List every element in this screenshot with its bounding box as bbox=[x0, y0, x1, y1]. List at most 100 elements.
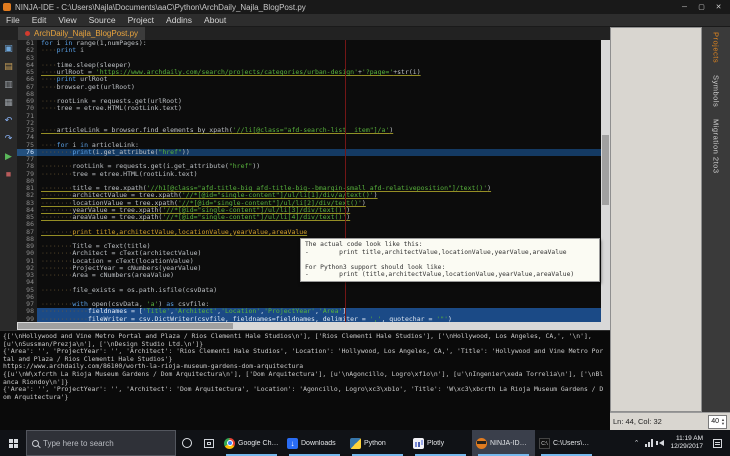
code-line[interactable]: 68 bbox=[17, 91, 601, 98]
code-line[interactable]: 77 bbox=[17, 156, 601, 163]
code-text: ····articleLink = browser.find_elements_… bbox=[37, 127, 601, 134]
menu-view[interactable]: View bbox=[52, 15, 82, 25]
save-all-icon[interactable]: ▦ bbox=[4, 98, 13, 107]
code-line[interactable]: 82········architectValue = tree.xpath('/… bbox=[17, 192, 601, 199]
side-tab-symbols[interactable]: Symbols bbox=[712, 75, 721, 107]
taskbar-button-downloads[interactable]: Downloads bbox=[283, 430, 346, 456]
code-line[interactable]: 61for i in range(1,numPages): bbox=[17, 40, 601, 47]
tooltip-line: - print title,architectValue,locationVal… bbox=[305, 249, 595, 257]
editor-tab[interactable]: ArchDaily_Najla_BlogPost.py bbox=[18, 27, 145, 40]
run-icon[interactable]: ▶ bbox=[5, 152, 12, 161]
search-placeholder: Type here to search bbox=[43, 439, 114, 448]
code-line[interactable]: 84········yearValue = tree.xpath('//*[@i… bbox=[17, 207, 601, 214]
code-text bbox=[37, 55, 601, 62]
code-text: ········print(i.get_attribute("href")) bbox=[37, 149, 601, 156]
taskbar-search[interactable]: Type here to search bbox=[26, 430, 176, 456]
undo-icon[interactable]: ↶ bbox=[5, 116, 13, 125]
code-text: ········tree = etree.HTML(rootLink.text) bbox=[37, 171, 601, 178]
menu-file[interactable]: File bbox=[0, 15, 26, 25]
code-line[interactable]: 98············fieldnames = ['Title','Arc… bbox=[17, 308, 601, 315]
code-line[interactable]: 85········areaValue = tree.xpath('//*[@i… bbox=[17, 214, 601, 221]
volume-icon[interactable] bbox=[659, 440, 664, 446]
tooltip-line: For Python3 support should look like: bbox=[305, 264, 595, 272]
start-button[interactable] bbox=[0, 430, 26, 456]
python-icon bbox=[350, 438, 361, 449]
editor-vertical-scrollbar[interactable] bbox=[601, 40, 610, 322]
code-line[interactable]: 71 bbox=[17, 113, 601, 120]
taskbar-button-ninja[interactable]: NINJA-IDE -... bbox=[472, 430, 535, 456]
maximize-button[interactable]: ▢ bbox=[693, 1, 710, 14]
task-view-button[interactable] bbox=[198, 430, 220, 456]
menu-source[interactable]: Source bbox=[83, 15, 122, 25]
code-line[interactable]: 80 bbox=[17, 178, 601, 185]
taskbar-button-label: Python bbox=[364, 440, 386, 447]
code-text: ········locationValue = tree.xpath('//*[… bbox=[37, 200, 601, 207]
minimize-button[interactable]: ─ bbox=[676, 1, 693, 14]
code-line[interactable]: 97········with open(csvData, 'a') as csv… bbox=[17, 301, 601, 308]
code-line[interactable]: 83········locationValue = tree.xpath('//… bbox=[17, 200, 601, 207]
code-text bbox=[37, 120, 601, 127]
console-line: {'Area': '', 'ProjectYear': '', 'Archite… bbox=[3, 386, 607, 401]
menu-about[interactable]: About bbox=[198, 15, 232, 25]
migration-tooltip: The actual code look like this:- print t… bbox=[300, 238, 600, 282]
taskbar-button-plotly[interactable]: Plotly bbox=[409, 430, 472, 456]
code-line[interactable]: 70····tree = etree.HTML(rootLink.text) bbox=[17, 105, 601, 112]
code-text: ········architectValue = tree.xpath('//*… bbox=[37, 192, 601, 199]
taskbar-button-python[interactable]: Python bbox=[346, 430, 409, 456]
scrollbar-thumb[interactable] bbox=[602, 135, 609, 205]
zoom-spinner[interactable]: 40 ▲▼ bbox=[708, 415, 727, 429]
code-line[interactable]: 81········title = tree.xpath('//h1[@clas… bbox=[17, 185, 601, 192]
tray-overflow-icon[interactable]: ⌃ bbox=[634, 439, 640, 447]
taskbar-button-cmd[interactable]: C:\Users\Najl... bbox=[535, 430, 598, 456]
side-tab-projects[interactable]: Projects bbox=[712, 32, 721, 63]
side-tab-migration-2to3[interactable]: Migration 2to3 bbox=[712, 119, 721, 174]
taskbar-button-chrome[interactable]: Google Chro... bbox=[220, 430, 283, 456]
redo-icon[interactable]: ↷ bbox=[5, 134, 13, 143]
code-text: ····tree = etree.HTML(rootLink.text) bbox=[37, 105, 601, 112]
spinner-arrows-icon[interactable]: ▲▼ bbox=[721, 418, 726, 426]
code-line[interactable]: 76········print(i.get_attribute("href")) bbox=[17, 149, 601, 156]
code-text: ········file_exists = os.path.isfile(csv… bbox=[37, 287, 601, 294]
network-icon[interactable] bbox=[645, 439, 653, 447]
code-line[interactable]: 73····articleLink = browser.find_element… bbox=[17, 127, 601, 134]
clock[interactable]: 11:19 AM 12/29/2017 bbox=[670, 435, 703, 451]
code-line[interactable]: 64····time.sleep(sleeper) bbox=[17, 62, 601, 69]
menu-edit[interactable]: Edit bbox=[26, 15, 53, 25]
code-line[interactable]: 65····urlRoot = 'https://www.archdaily.c… bbox=[17, 69, 601, 76]
code-line[interactable]: 63 bbox=[17, 55, 601, 62]
cortana-button[interactable] bbox=[176, 430, 198, 456]
code-line[interactable]: 78········rootLink = requests.get(i.get_… bbox=[17, 163, 601, 170]
downloads-icon bbox=[287, 438, 298, 449]
code-line[interactable]: 79········tree = etree.HTML(rootLink.tex… bbox=[17, 171, 601, 178]
code-line[interactable]: 86 bbox=[17, 221, 601, 228]
tab-label: ArchDaily_Najla_BlogPost.py bbox=[34, 29, 138, 38]
task-view-icon bbox=[204, 439, 214, 448]
scrollbar-thumb[interactable] bbox=[18, 323, 233, 329]
code-line[interactable]: 95········file_exists = os.path.isfile(c… bbox=[17, 287, 601, 294]
taskbar-button-label: Downloads bbox=[301, 440, 336, 447]
code-line[interactable]: 75····for i in articleLink: bbox=[17, 142, 601, 149]
code-line[interactable]: 62····print i bbox=[17, 47, 601, 54]
taskbar: Type here to search Google Chro... Downlo… bbox=[0, 430, 730, 456]
editor-horizontal-scrollbar[interactable] bbox=[17, 322, 610, 330]
new-file-icon[interactable]: ▣ bbox=[4, 44, 13, 53]
projects-panel[interactable] bbox=[610, 27, 702, 412]
code-line[interactable]: 69····rootLink = requests.get(urlRoot) bbox=[17, 98, 601, 105]
open-file-icon[interactable]: ▤ bbox=[4, 62, 13, 71]
code-text: ····rootLink = requests.get(urlRoot) bbox=[37, 98, 601, 105]
code-line[interactable]: 72 bbox=[17, 120, 601, 127]
action-center-button[interactable] bbox=[709, 439, 725, 448]
code-line[interactable]: 67····browser.get(urlRoot) bbox=[17, 84, 601, 91]
code-text: ····urlRoot = 'https://www.archdaily.com… bbox=[37, 69, 601, 76]
menu-project[interactable]: Project bbox=[122, 15, 160, 25]
code-line[interactable]: 96 bbox=[17, 294, 601, 301]
code-line[interactable]: 74 bbox=[17, 134, 601, 141]
code-text: ····for i in articleLink: bbox=[37, 142, 601, 149]
stop-icon[interactable]: ■ bbox=[6, 170, 11, 179]
code-line[interactable]: 66····print urlRoot bbox=[17, 76, 601, 83]
close-button[interactable]: ✕ bbox=[710, 1, 727, 14]
menu-addins[interactable]: Addins bbox=[160, 15, 198, 25]
save-icon[interactable]: ▥ bbox=[4, 80, 13, 89]
code-line[interactable]: 87········print title,architectValue,loc… bbox=[17, 229, 601, 236]
taskbar-button-label: C:\Users\Najl... bbox=[553, 440, 594, 447]
